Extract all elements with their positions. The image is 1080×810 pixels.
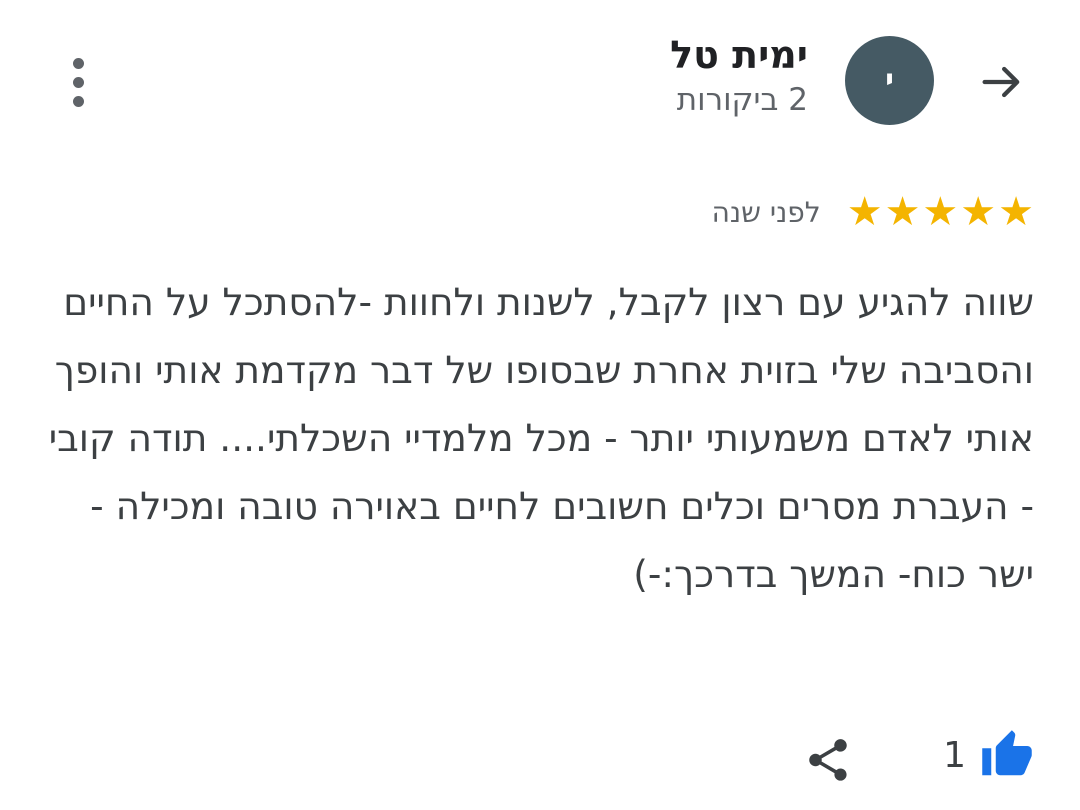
star-icon: ★ <box>884 189 921 235</box>
like-button[interactable]: 1 <box>943 728 1034 782</box>
more-vertical-icon <box>72 57 84 107</box>
like-count: 1 <box>943 734 966 776</box>
reviewer-review-count: 2 ביקורות <box>676 82 808 118</box>
reviewer-name: ימית טל <box>670 33 808 77</box>
rating-row: ★ ★ ★ ★ ★ לפני שנה <box>712 190 1034 234</box>
star-icon: ★ <box>846 189 883 235</box>
back-button[interactable] <box>972 52 1032 112</box>
avatar-initial: י <box>885 63 894 98</box>
share-icon <box>809 739 847 781</box>
star-icon: ★ <box>960 189 997 235</box>
review-text: שווה להגיע עם רצון לקבל, לשנות ולחוות -ל… <box>48 280 1034 596</box>
star-icon: ★ <box>922 189 959 235</box>
review-date: לפני שנה <box>711 195 821 229</box>
star-icon: ★ <box>998 189 1034 235</box>
reviewer-info[interactable]: ימית טל 2 ביקורות <box>670 30 808 120</box>
star-rating: ★ ★ ★ ★ ★ <box>847 190 1034 234</box>
thumbs-up-icon <box>982 730 1032 776</box>
share-button[interactable] <box>800 732 856 788</box>
arrow-right-icon <box>982 66 1020 98</box>
more-options-button[interactable] <box>58 52 98 112</box>
avatar[interactable]: י <box>845 36 934 125</box>
